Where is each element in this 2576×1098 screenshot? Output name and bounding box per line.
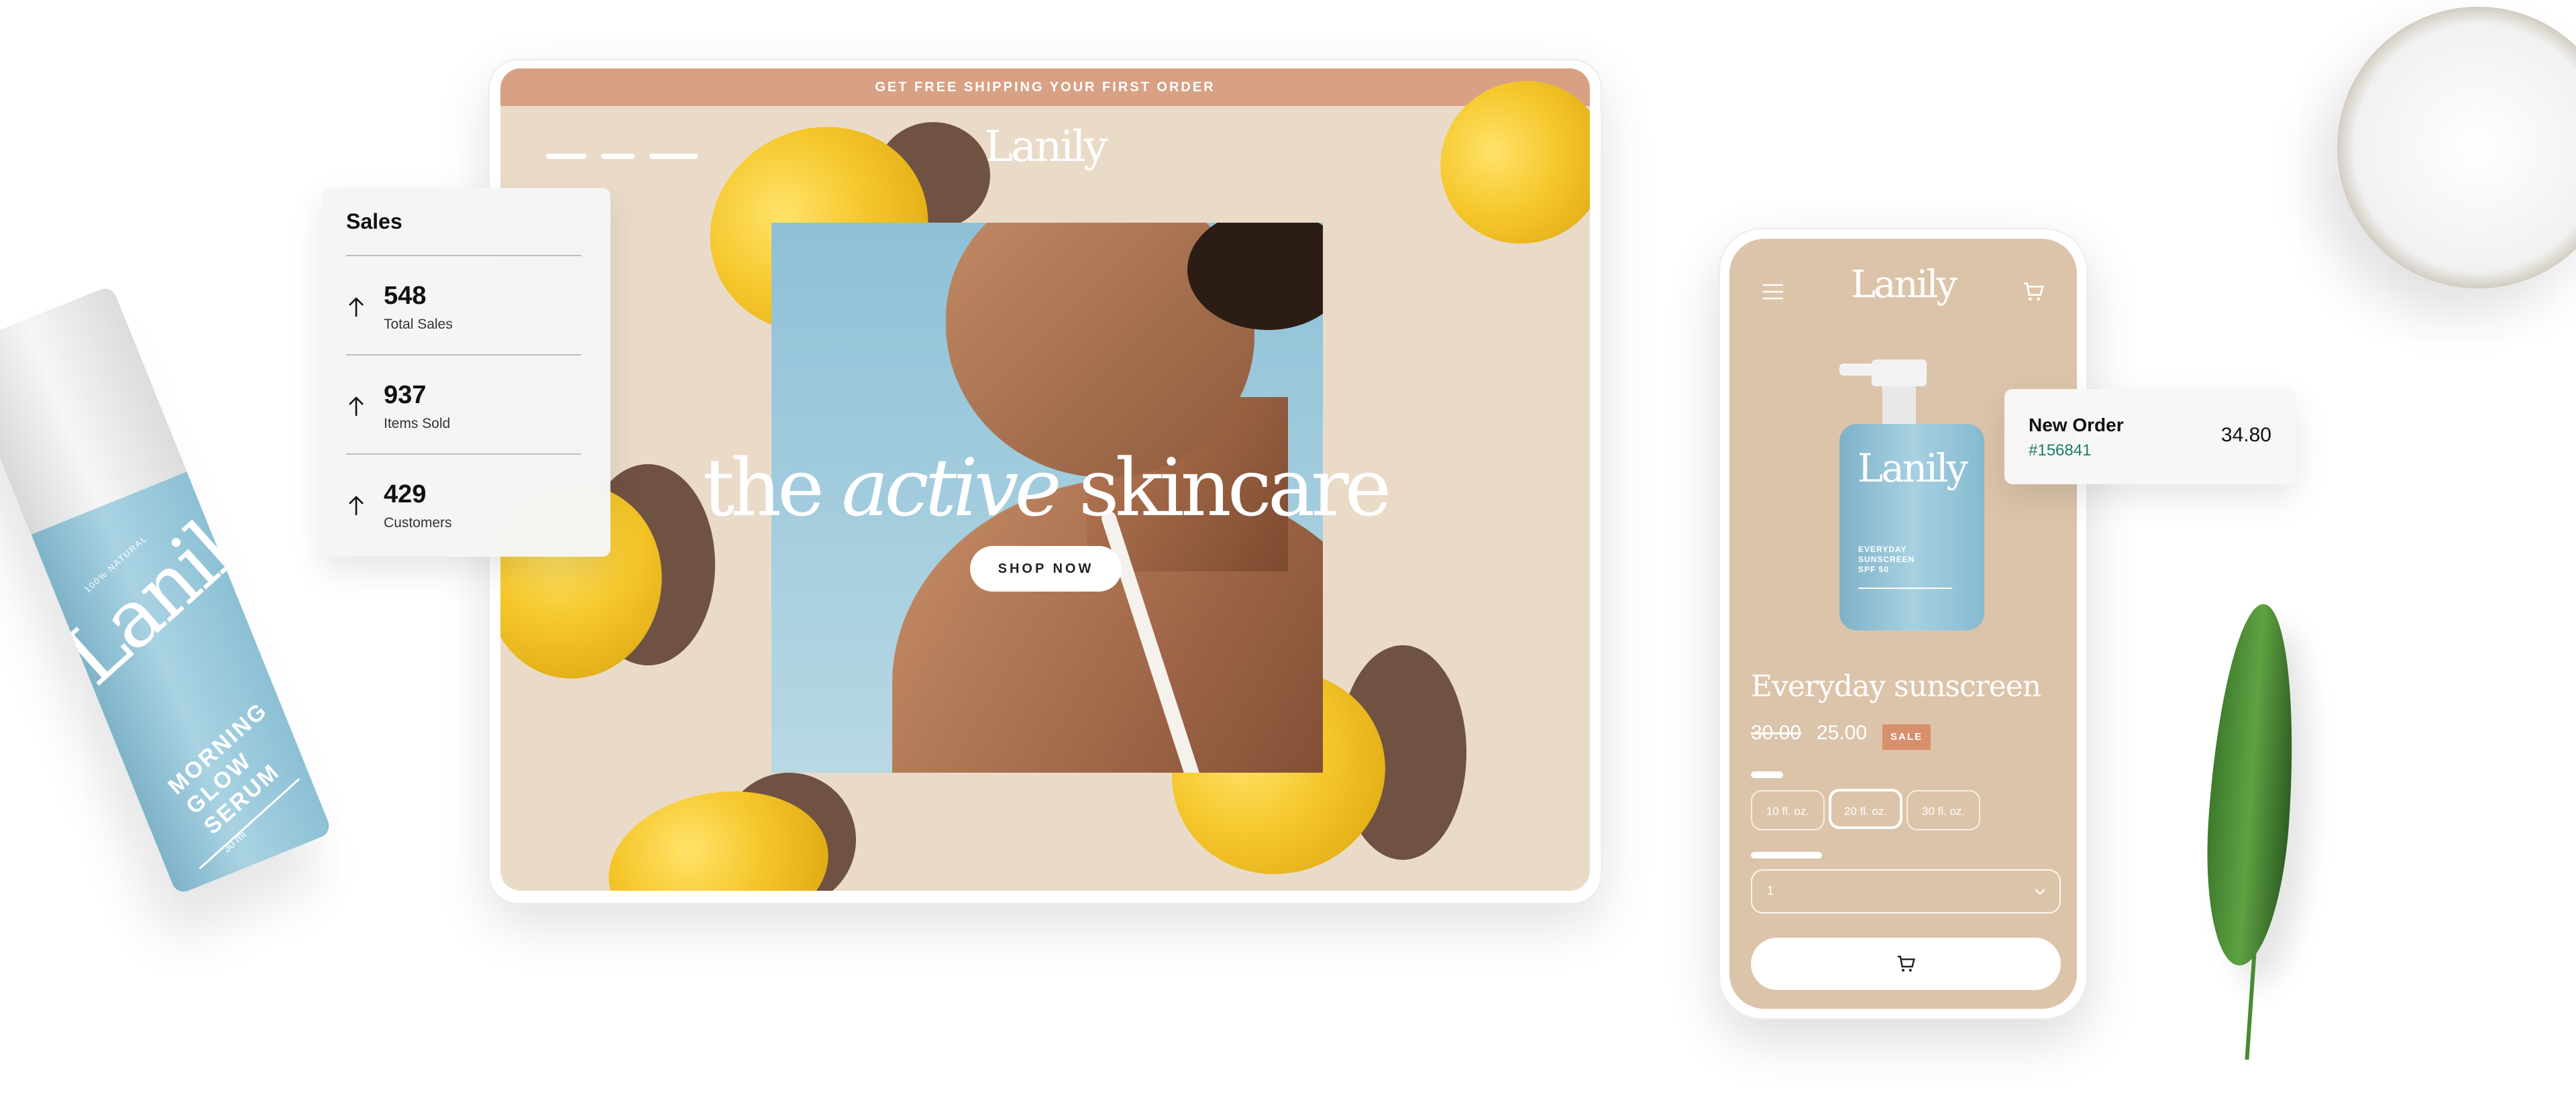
arrow-up-icon <box>349 496 364 515</box>
arrow-up-icon <box>349 396 364 416</box>
sale-badge: SALE <box>1882 724 1931 750</box>
bottle-label-line: SPF 50 <box>1858 565 1890 574</box>
sales-card: Sales 548 Total Sales 937 Items Sold 429… <box>322 188 610 557</box>
new-order-card: New Order #156841 34.80 <box>2004 389 2296 484</box>
size-options: 10 fl. oz. 20 fl. oz. 30 fl. oz. <box>1751 789 1984 830</box>
stat-label: Total Sales <box>384 317 453 332</box>
sales-title: Sales <box>346 209 402 233</box>
bottle-label-line: EVERYDAY <box>1858 545 1907 554</box>
site-logo[interactable]: Lanily <box>500 122 1590 172</box>
bottle-label: EVERYDAY SUNSCREEN SPF 50 <box>1858 545 1915 575</box>
size-label-placeholder <box>1751 771 1783 778</box>
tube-brand: Lanily <box>46 477 283 704</box>
shop-now-button[interactable]: SHOP NOW <box>970 546 1122 592</box>
add-to-cart-button[interactable] <box>1751 938 2061 990</box>
tube-size: 30 ml <box>221 828 249 855</box>
headline-pre: the <box>702 441 824 534</box>
bottle-pump <box>1872 360 1927 386</box>
size-option-10[interactable]: 10 fl. oz. <box>1751 790 1825 830</box>
tablet-device: GET FREE SHIPPING YOUR FIRST ORDER Lanil… <box>488 59 1602 904</box>
hero-headline: the active skincare <box>500 441 1590 534</box>
bottle-label-line: SUNSCREEN <box>1858 555 1915 564</box>
arrow-up-icon <box>349 297 364 317</box>
stat-value: 937 <box>384 381 427 409</box>
headline-post: skincare <box>1078 441 1391 534</box>
bottle-neck <box>1882 386 1916 427</box>
serum-tube-image: 100% NATURAL Lanily MORNING GLOW SERUM 3… <box>0 285 333 895</box>
stat-items-sold: 937 Items Sold <box>346 381 588 448</box>
headline-emphasis: active <box>841 441 1061 534</box>
promo-banner[interactable]: GET FREE SHIPPING YOUR FIRST ORDER <box>500 68 1590 106</box>
product-image: Lanily EVERYDAY SUNSCREEN SPF 50 <box>1839 424 1984 630</box>
phone-device: Lanily Lanily EVERYDAY SUNSCREEN SPF 50 … <box>1719 228 2088 1020</box>
chevron-down-icon <box>2035 889 2045 895</box>
order-id[interactable]: #156841 <box>2029 441 2091 460</box>
stat-value: 429 <box>384 480 427 508</box>
quantity-select[interactable]: 1 <box>1751 869 2061 914</box>
stat-label: Customers <box>384 515 452 531</box>
order-title: New Order <box>2029 415 2124 435</box>
leaf-stem <box>2245 952 2257 1060</box>
size-option-30[interactable]: 30 fl. oz. <box>1907 790 1980 830</box>
tube-cap <box>0 285 187 535</box>
phone-screen: Lanily Lanily EVERYDAY SUNSCREEN SPF 50 … <box>1729 239 2077 1009</box>
tube-product-name: MORNING GLOW SERUM <box>163 698 302 840</box>
cart-icon[interactable] <box>2022 280 2045 303</box>
stat-total-sales: 548 Total Sales <box>346 282 588 349</box>
quantity-value: 1 <box>1767 884 1774 897</box>
divider <box>346 354 581 355</box>
tablet-screen: GET FREE SHIPPING YOUR FIRST ORDER Lanil… <box>500 68 1590 891</box>
bottle-rule <box>1858 588 1952 589</box>
cream-jar-image <box>2337 7 2576 288</box>
stat-customers: 429 Customers <box>346 480 588 547</box>
sale-price: 25.00 <box>1817 722 1868 744</box>
product-name: Everyday sunscreen <box>1751 669 2041 704</box>
quantity-label-placeholder <box>1751 852 1822 859</box>
order-amount: 34.80 <box>2220 424 2271 446</box>
cart-icon <box>1897 955 1915 972</box>
stat-value: 548 <box>384 282 427 310</box>
divider <box>346 255 581 256</box>
divider <box>346 453 581 455</box>
leaf-image <box>2198 601 2304 969</box>
bottle-brand: Lanily <box>1857 445 1968 491</box>
original-price: 30.00 <box>1751 722 1802 744</box>
stat-label: Items Sold <box>384 416 451 431</box>
size-option-20[interactable]: 20 fl. oz. <box>1829 789 1902 829</box>
